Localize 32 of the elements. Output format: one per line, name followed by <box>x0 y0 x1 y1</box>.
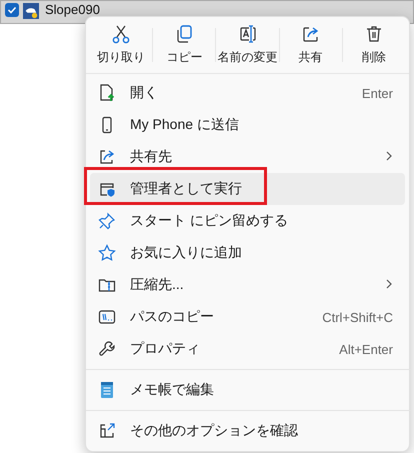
shortcut-text: Alt+Enter <box>339 342 393 356</box>
menu-item[interactable]: 圧縮先... <box>90 269 405 301</box>
wrench-icon <box>98 340 116 358</box>
pin-icon <box>98 212 116 230</box>
shortcut-text: Ctrl+Shift+C <box>322 310 393 324</box>
rename-icon <box>238 24 258 44</box>
file-icon <box>98 84 116 102</box>
menu-item[interactable]: パスのコピー Ctrl+Shift+C <box>90 301 405 333</box>
notepad-icon <box>98 381 116 399</box>
star-icon <box>98 244 116 262</box>
toolbar-button[interactable]: 削除 <box>342 20 406 70</box>
share-icon <box>98 148 116 166</box>
toolbar-button[interactable]: 名前の変更 <box>216 20 279 70</box>
path-icon <box>98 308 116 326</box>
file-name[interactable]: Slope090 <box>45 3 100 17</box>
menu-item[interactable]: メモ帳で編集 <box>90 374 405 406</box>
menu-item[interactable]: スタート にピン留めする <box>90 205 405 237</box>
menu-item[interactable]: My Phone に送信 <box>90 109 405 141</box>
toolbar-button[interactable]: コピー <box>153 20 216 70</box>
menu-item[interactable]: プロパティ Alt+Enter <box>90 333 405 365</box>
open-external-icon <box>98 422 116 440</box>
menu-item[interactable]: お気に入りに追加 <box>90 237 405 269</box>
menu-item[interactable]: 管理者として実行 <box>90 173 405 205</box>
menu-item[interactable]: 共有先 <box>90 141 405 173</box>
menu-item[interactable]: 開く Enter <box>90 77 405 109</box>
toolbar-button[interactable]: 共有 <box>280 20 342 70</box>
shortcut-text: Enter <box>362 86 393 100</box>
scissors-icon <box>111 24 132 44</box>
toolbar-button[interactable]: 切り取り <box>90 20 152 70</box>
menu-item[interactable]: その他のオプションを確認 <box>90 415 405 447</box>
checkbox[interactable] <box>5 3 19 17</box>
file-icon <box>23 3 39 19</box>
